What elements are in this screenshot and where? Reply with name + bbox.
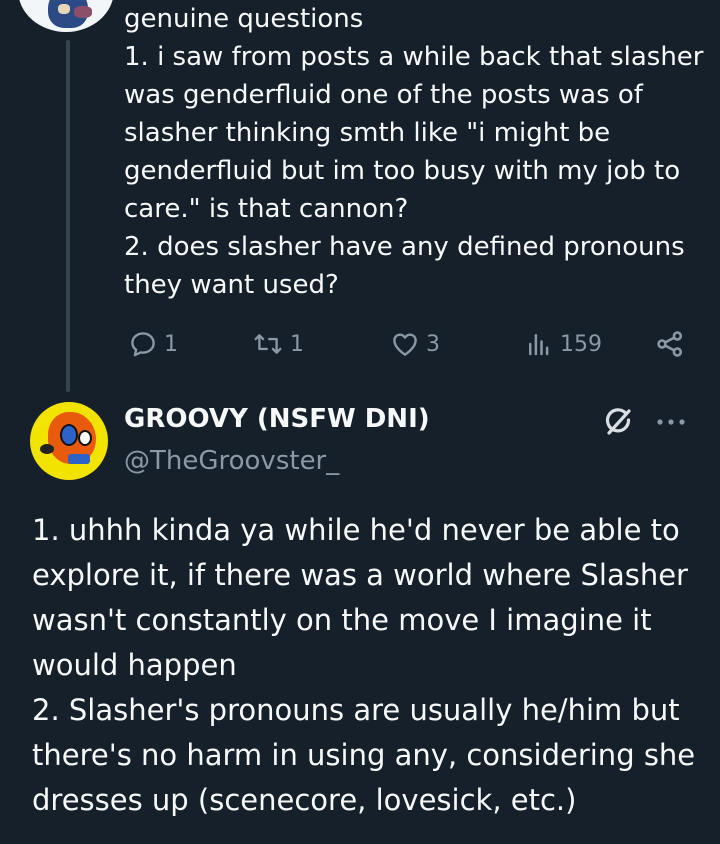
heart-icon [393, 333, 417, 356]
avatar-shape [40, 444, 54, 454]
like-button[interactable]: 3 [390, 324, 440, 364]
share-icon [657, 331, 683, 357]
repost-count: 1 [290, 331, 304, 357]
reply-icon [131, 332, 155, 357]
avatar-shape [58, 4, 70, 14]
avatar-shape [78, 430, 92, 446]
like-count: 3 [426, 331, 440, 357]
reply-handle[interactable]: @TheGroovster_ [124, 446, 339, 476]
tweet-text-line: 1. i saw from posts a while back that sl… [124, 42, 704, 72]
repost-button[interactable]: 1 [252, 324, 304, 364]
grok-icon[interactable] [600, 404, 636, 440]
previous-tweet-avatar[interactable] [18, 0, 114, 32]
tweet-text-line: dresses up (scenecore, lovesick, etc.) [32, 783, 577, 817]
reply-button[interactable]: 1 [128, 324, 178, 364]
views-count: 159 [560, 331, 602, 357]
tweet-text-line: they want used? [124, 270, 339, 300]
avatar-shape [74, 6, 92, 18]
reply-avatar[interactable] [30, 402, 108, 480]
reply-tweet-text: 1. uhhh kinda ya while he'd never be abl… [32, 508, 702, 823]
tweet-text-line: explore it, if there was a world where S… [32, 558, 688, 592]
tweet-text-line: there's no harm in using any, considerin… [32, 738, 696, 772]
action-bar: 1 1 3 159 [122, 324, 702, 364]
share-button[interactable] [654, 324, 686, 364]
tweet-text-line: 2. does slasher have any defined pronoun… [124, 232, 685, 262]
tweet-text-line: care." is that cannon? [124, 194, 409, 224]
repost-icon [254, 334, 282, 354]
avatar-shape [68, 454, 90, 464]
previous-tweet-text: genuine questions 1. i saw from posts a … [124, 0, 704, 304]
tweet-text-line: wasn't constantly on the move I imagine … [32, 603, 652, 637]
tweet-text-line: 2. Slasher's pronouns are usually he/him… [32, 693, 680, 727]
thread-line [66, 40, 70, 392]
tweet-text-line: genuine questions [124, 4, 364, 34]
tweet-text-line: 1. uhhh kinda ya while he'd never be abl… [32, 513, 680, 547]
reply-count: 1 [164, 331, 178, 357]
tweet-text-line: genderfluid but im too busy with my job … [124, 156, 681, 186]
tweet-text-line: was genderfluid one of the posts was of [124, 80, 643, 110]
tweet-text-line: would happen [32, 648, 237, 682]
more-icon[interactable] [654, 404, 688, 440]
views-button[interactable]: 159 [524, 324, 602, 364]
tweet-text-line: slasher thinking smth like "i might be [124, 118, 611, 148]
avatar-shape [60, 424, 78, 446]
reply-display-name[interactable]: GROOVY (NSFW DNI) [124, 404, 430, 434]
views-icon [529, 334, 549, 356]
